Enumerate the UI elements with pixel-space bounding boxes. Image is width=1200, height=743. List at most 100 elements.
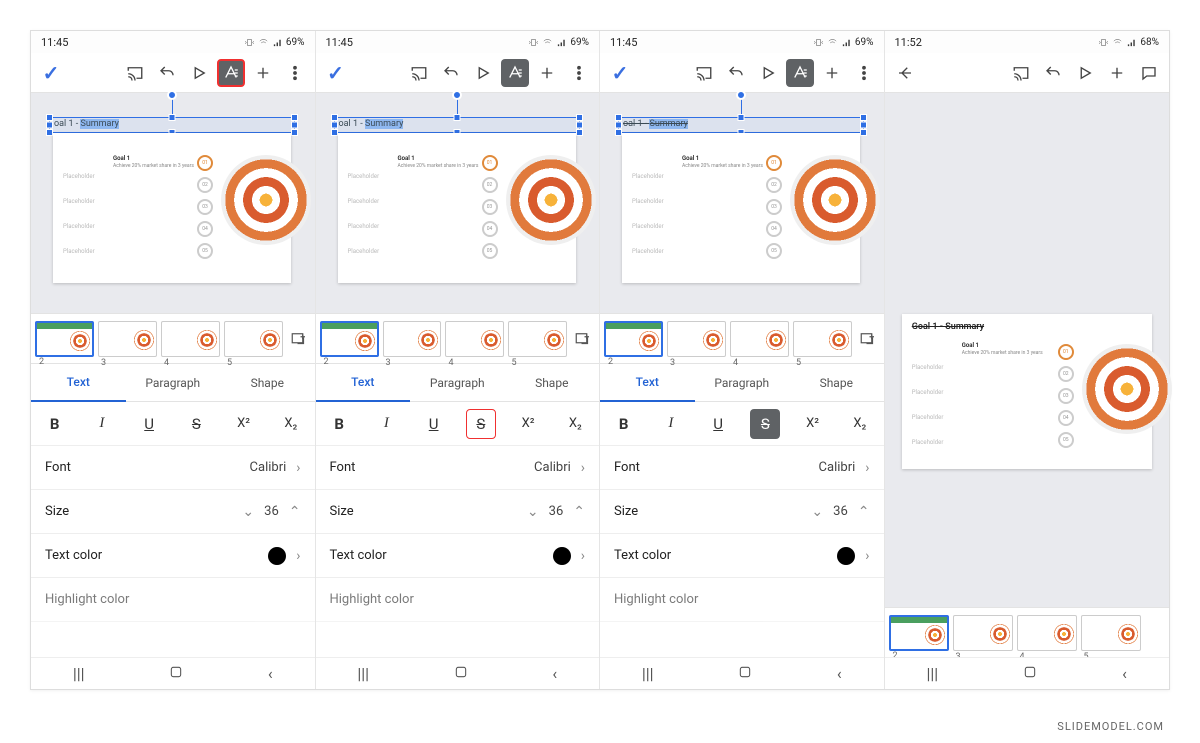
selected-text[interactable]: oal 1 - Summary	[54, 119, 119, 129]
slide-canvas[interactable]: oal 1 - Summary Goal 1Achieve 20% market…	[600, 93, 884, 313]
add-icon[interactable]	[818, 59, 846, 87]
undo-icon[interactable]	[1039, 59, 1067, 87]
size-decrease[interactable]: ⌄	[242, 504, 254, 520]
italic-button[interactable]: I	[656, 409, 686, 439]
cast-icon[interactable]	[1007, 59, 1035, 87]
undo-icon[interactable]	[153, 59, 181, 87]
bold-button[interactable]: B	[40, 409, 70, 439]
back-button[interactable]: ‹	[837, 664, 842, 683]
size-increase[interactable]: ⌃	[858, 504, 870, 520]
slide-canvas[interactable]: oal 1 - Summary Goal 1Achieve 20% market…	[316, 93, 600, 313]
cast-icon[interactable]	[121, 59, 149, 87]
home-button[interactable]	[1022, 664, 1038, 684]
present-icon[interactable]	[1071, 59, 1099, 87]
back-button[interactable]: ‹	[552, 664, 557, 683]
text-color-row[interactable]: Text color ›	[31, 534, 315, 578]
rotate-handle[interactable]	[452, 90, 462, 100]
thumbnail-4[interactable]: 4	[730, 321, 789, 357]
underline-button[interactable]: U	[134, 409, 164, 439]
slide-thumbnails[interactable]: 2 3 4 5	[600, 313, 884, 363]
text-color-row[interactable]: Text color›	[316, 534, 600, 578]
tab-paragraph[interactable]: Paragraph	[410, 364, 505, 402]
back-arrow-button[interactable]	[891, 59, 919, 87]
thumbnail-2[interactable]: 2	[320, 321, 379, 357]
italic-button[interactable]: I	[371, 409, 401, 439]
tab-shape[interactable]: Shape	[505, 364, 600, 402]
slide-canvas[interactable]: Goal 1 - Summary Goal 1Achieve 20% marke…	[885, 93, 1170, 689]
text-color-row[interactable]: Text color›	[600, 534, 884, 578]
add-slide-button[interactable]	[571, 321, 595, 357]
size-decrease[interactable]: ⌄	[527, 504, 539, 520]
back-button[interactable]: ‹	[1122, 664, 1127, 683]
tab-shape[interactable]: Shape	[789, 364, 884, 402]
textbox-selection[interactable]: oal 1 - Summary	[49, 117, 295, 133]
strikethrough-button[interactable]: S	[181, 409, 211, 439]
undo-icon[interactable]	[722, 59, 750, 87]
superscript-button[interactable]: X²	[229, 409, 259, 439]
present-icon[interactable]	[469, 59, 497, 87]
comment-icon[interactable]	[1135, 59, 1163, 87]
tab-text[interactable]: Text	[31, 364, 126, 402]
superscript-button[interactable]: X²	[798, 409, 828, 439]
thumbnail-4[interactable]: 4	[161, 321, 220, 357]
strikethrough-button[interactable]: S	[750, 409, 780, 439]
highlight-color-row[interactable]: Highlight color	[600, 578, 884, 622]
textbox-selection[interactable]: oal 1 - Summary	[618, 117, 864, 133]
slide-thumbnails[interactable]: 2 3 4 5	[885, 607, 1170, 657]
size-increase[interactable]: ⌃	[289, 504, 301, 520]
thumbnail-3[interactable]: 3	[953, 615, 1013, 651]
home-button[interactable]	[737, 664, 753, 684]
undo-icon[interactable]	[437, 59, 465, 87]
subscript-button[interactable]: X₂	[276, 409, 306, 439]
recents-button[interactable]: |||	[357, 664, 369, 683]
rotate-handle[interactable]	[167, 90, 177, 100]
format-button[interactable]	[217, 59, 245, 87]
subscript-button[interactable]: X₂	[560, 409, 590, 439]
bold-button[interactable]: B	[324, 409, 354, 439]
thumbnail-4[interactable]: 4	[445, 321, 504, 357]
format-button[interactable]	[786, 59, 814, 87]
bold-button[interactable]: B	[609, 409, 639, 439]
slide-thumbnails[interactable]: 2 3 4 5	[31, 313, 315, 363]
done-button[interactable]: ✓	[606, 59, 634, 87]
selected-text[interactable]: oal 1 - Summary	[623, 119, 688, 129]
more-icon[interactable]	[281, 59, 309, 87]
recents-button[interactable]: |||	[642, 664, 654, 683]
italic-button[interactable]: I	[87, 409, 117, 439]
present-icon[interactable]	[185, 59, 213, 87]
thumbnail-2[interactable]: 2	[35, 321, 94, 357]
cast-icon[interactable]	[405, 59, 433, 87]
format-button[interactable]	[501, 59, 529, 87]
present-icon[interactable]	[754, 59, 782, 87]
strikethrough-button[interactable]: S	[466, 409, 496, 439]
recents-button[interactable]: |||	[73, 664, 85, 683]
slide-canvas[interactable]: oal 1 - Summary Goal 1Achieve 20% market…	[31, 93, 315, 313]
add-icon[interactable]	[533, 59, 561, 87]
underline-button[interactable]: U	[703, 409, 733, 439]
thumbnail-5[interactable]: 5	[508, 321, 567, 357]
home-button[interactable]	[168, 664, 184, 684]
size-decrease[interactable]: ⌄	[811, 504, 823, 520]
done-button[interactable]: ✓	[322, 59, 350, 87]
thumbnail-2[interactable]: 2	[889, 615, 949, 651]
font-row[interactable]: FontCalibri›	[316, 446, 600, 490]
thumbnail-3[interactable]: 3	[98, 321, 157, 357]
home-button[interactable]	[453, 664, 469, 684]
back-button[interactable]: ‹	[268, 664, 273, 683]
add-icon[interactable]	[1103, 59, 1131, 87]
thumbnail-5[interactable]: 5	[224, 321, 283, 357]
selected-text[interactable]: oal 1 - Summary	[339, 119, 404, 129]
font-row[interactable]: Font Calibri›	[31, 446, 315, 490]
tab-paragraph[interactable]: Paragraph	[126, 364, 221, 402]
more-icon[interactable]	[850, 59, 878, 87]
textbox-selection[interactable]: oal 1 - Summary	[334, 117, 580, 133]
size-increase[interactable]: ⌃	[573, 504, 585, 520]
add-slide-button[interactable]	[856, 321, 880, 357]
tab-text[interactable]: Text	[316, 364, 411, 402]
tab-paragraph[interactable]: Paragraph	[695, 364, 790, 402]
tab-shape[interactable]: Shape	[220, 364, 315, 402]
highlight-color-row[interactable]: Highlight color	[316, 578, 600, 622]
cast-icon[interactable]	[690, 59, 718, 87]
thumbnail-4[interactable]: 4	[1017, 615, 1077, 651]
thumbnail-3[interactable]: 3	[667, 321, 726, 357]
